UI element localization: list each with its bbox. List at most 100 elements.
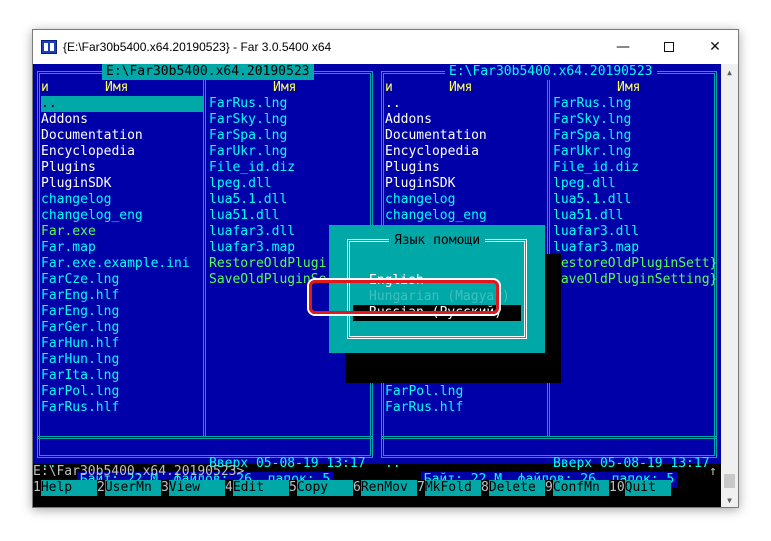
file-entry[interactable]: FarUkr.lng [209,144,373,160]
fkey-number: 7 [417,480,425,495]
file-entry[interactable]: changelog_eng [385,208,547,224]
status-divider [381,436,717,439]
file-entry[interactable]: FarUkr.lng [553,144,717,160]
file-entry[interactable]: lpeg.dll [209,176,373,192]
file-entry[interactable]: .. [385,96,547,112]
file-entry[interactable]: FarGer.lng [41,320,203,336]
file-entry[interactable]: RestoreOldPluginSett} [553,256,717,272]
file-entry[interactable]: lua5.1.dll [209,192,373,208]
fkey-number: 10 [609,480,625,495]
minimize-button[interactable]: — [600,30,646,64]
fkey-delete[interactable]: 8Delete [481,480,545,496]
file-entry[interactable]: Far.map [41,240,203,256]
file-entry[interactable]: FarSky.lng [209,112,373,128]
fkey-edit[interactable]: 4Edit [225,480,289,496]
fkey-help[interactable]: 1Help [33,480,97,496]
minimize-icon: — [616,39,630,55]
fkey-usermn[interactable]: 2UserMn [97,480,161,496]
vertical-scrollbar[interactable]: ▲ ▼ [721,64,738,507]
fkey-label: MkFold [424,480,481,496]
column-header-name: Имя [105,80,129,95]
scrollbar-thumb[interactable] [724,474,735,488]
file-entry[interactable]: Addons [41,112,203,128]
file-entry[interactable]: lpeg.dll [553,176,717,192]
file-entry[interactable]: FarEng.hlf [41,288,203,304]
fkey-label: Delete [488,480,545,496]
far-manager-window: {E:\Far30b5400.x64.20190523} - Far 3.0.5… [32,29,739,508]
file-entry[interactable]: File_id.diz [209,160,373,176]
column-divider [203,74,206,436]
file-entry[interactable]: Plugins [385,160,547,176]
fkey-number: 6 [353,480,361,495]
fkey-confmn[interactable]: 9ConfMn [545,480,609,496]
fkey-number: 8 [481,480,489,495]
file-entry[interactable]: FarHun.hlf [41,336,203,352]
file-entry[interactable]: FarSky.lng [553,112,717,128]
file-entry[interactable]: luafar3.dll [553,224,717,240]
column-header-n: и [385,80,393,95]
fkey-view[interactable]: 3View [161,480,225,496]
file-entry[interactable]: Encyclopedia [385,144,547,160]
file-entry[interactable]: FarRus.lng [553,96,717,112]
fkey-number: 1 [33,480,41,495]
file-entry[interactable]: FarRus.hlf [385,400,547,416]
fkey-copy[interactable]: 5Copy [289,480,353,496]
file-entry[interactable]: PluginSDK [385,176,547,192]
file-entry[interactable]: lua51.dll [209,208,373,224]
file-entry[interactable]: SaveOldPluginSetting} [553,272,717,288]
fkey-number: 2 [97,480,105,495]
dialog-title-text: Язык помощи [388,233,486,248]
file-entry[interactable]: FarSpa.lng [209,128,373,144]
file-entry[interactable]: lua5.1.dll [553,192,717,208]
file-entry[interactable]: changelog_eng [41,208,203,224]
column-header-name-2: Имя [273,80,297,95]
file-entry[interactable]: changelog [41,192,203,208]
file-entry[interactable]: FarRus.hlf [41,400,203,416]
file-entry[interactable]: FarPol.lng [41,384,203,400]
file-entry[interactable]: .. [41,96,203,112]
highlight-annotation [309,280,499,314]
file-entry[interactable]: PluginSDK [41,176,203,192]
scroll-up-arrow-icon[interactable]: ▲ [721,64,738,81]
close-icon: ✕ [709,39,721,55]
panel-path-title: E:\Far30b5400.x64.20190523 [445,64,657,80]
maximize-icon [664,42,674,52]
scroll-down-arrow-icon[interactable]: ▼ [721,492,738,507]
fkey-quit[interactable]: 10Quit [609,480,671,496]
file-entry[interactable]: File_id.diz [553,160,717,176]
fkey-number: 5 [289,480,297,495]
fkey-number: 4 [225,480,233,495]
fkey-label: Copy [296,480,353,496]
function-key-bar: 1Help 2UserMn 3View 4Edit 5Copy 6RenMov 7MkFol… [33,480,721,496]
title-bar[interactable]: {E:\Far30b5400.x64.20190523} - Far 3.0.5… [33,30,738,64]
file-entry[interactable]: changelog [385,192,547,208]
file-entry[interactable]: FarIta.lng [41,368,203,384]
far-app-icon [41,40,57,54]
command-line[interactable]: E:\Far30b5400.x64.20190523> [33,464,721,480]
file-entry[interactable]: FarCze.lng [41,272,203,288]
maximize-button[interactable] [646,30,692,64]
file-entry[interactable]: lua51.dll [553,208,717,224]
file-entry[interactable]: FarEng.lng [41,304,203,320]
fkey-mkfold[interactable]: 7MkFold [417,480,481,496]
file-entry[interactable]: FarSpa.lng [553,128,717,144]
file-entry[interactable]: Plugins [41,160,203,176]
fkey-label: UserMn [104,480,161,496]
file-entry[interactable]: Far.exe [41,224,203,240]
file-entry[interactable]: Addons [385,112,547,128]
file-entry[interactable]: Documentation [41,128,203,144]
fkey-number: 3 [161,480,169,495]
file-entry[interactable]: FarRus.lng [209,96,373,112]
file-entry[interactable]: Far.exe.example.ini [41,256,203,272]
close-button[interactable]: ✕ [692,30,738,64]
left-file-panel[interactable]: E:\Far30b5400.x64.20190523 и Имя Имя .. … [33,64,377,487]
fkey-renmov[interactable]: 6RenMov [353,480,417,496]
file-entry[interactable]: FarHun.lng [41,352,203,368]
fkey-label: Edit [232,480,289,496]
file-entry[interactable]: FarPol.lng [385,384,547,400]
file-entry[interactable]: Encyclopedia [41,144,203,160]
file-entry[interactable]: luafar3.map [553,240,717,256]
dialog-title: Язык помощи [329,233,545,249]
panel-path-title: E:\Far30b5400.x64.20190523 [102,64,314,80]
file-entry[interactable]: Documentation [385,128,547,144]
